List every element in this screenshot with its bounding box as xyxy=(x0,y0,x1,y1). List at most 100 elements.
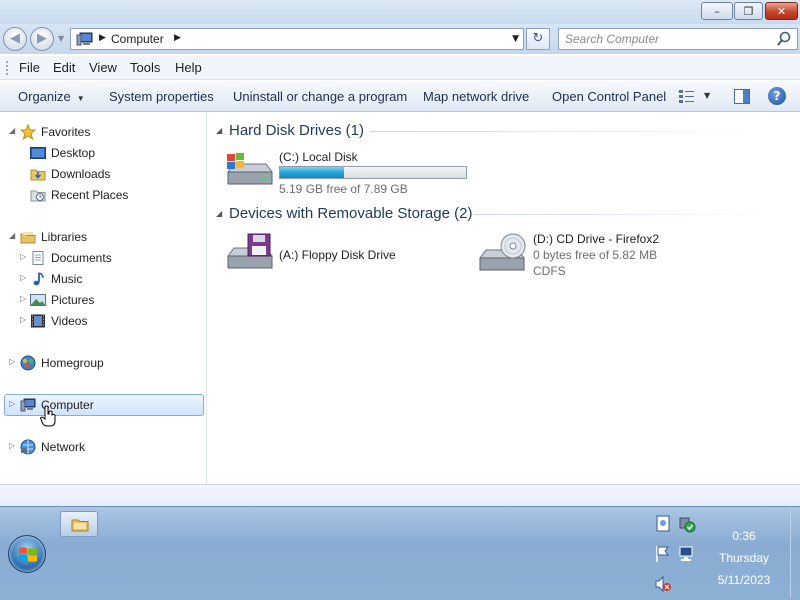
show-desktop-button[interactable] xyxy=(790,511,791,597)
expand-arrow-icon[interactable]: ▷ xyxy=(20,252,26,261)
nav-item-videos[interactable]: ▷ Videos xyxy=(0,311,207,331)
menu-grip xyxy=(6,61,8,75)
collapse-group-icon[interactable]: ◢ xyxy=(216,209,222,218)
preview-pane-icon[interactable] xyxy=(734,89,750,104)
collapse-arrow-icon[interactable]: ◢ xyxy=(9,231,15,240)
minimize-button[interactable]: – xyxy=(701,2,733,20)
forward-arrow-icon: ▶ xyxy=(37,31,47,46)
nav-item-computer[interactable]: ▷ Computer xyxy=(0,394,207,427)
nav-item-recent-places[interactable]: Recent Places xyxy=(0,185,207,205)
back-arrow-icon: ◀ xyxy=(10,31,20,46)
expand-arrow-icon[interactable]: ▷ xyxy=(9,357,15,366)
organize-button[interactable]: Organize ▼ xyxy=(18,89,85,104)
menu-tools[interactable]: Tools xyxy=(130,60,160,75)
nav-label: Downloads xyxy=(51,167,111,181)
group-hard-disk-drives[interactable]: ◢ Hard Disk Drives (1) xyxy=(208,121,800,141)
breadcrumb-separator-icon[interactable]: ▶ xyxy=(174,33,181,43)
system-properties-button[interactable]: System properties xyxy=(109,89,214,104)
drive-a-floppy[interactable]: (A:) Floppy Disk Drive xyxy=(224,232,454,280)
drive-c-capacity-fill xyxy=(280,167,344,178)
nav-label: Videos xyxy=(51,314,88,328)
recent-pages-dropdown-icon[interactable]: ▼ xyxy=(58,34,64,43)
music-note-icon xyxy=(33,272,44,286)
address-dropdown-icon[interactable]: ▼ xyxy=(512,34,519,44)
nav-label: Music xyxy=(51,272,83,286)
organize-dropdown-icon: ▼ xyxy=(76,94,85,103)
flag-icon[interactable] xyxy=(654,545,672,563)
refresh-button[interactable]: ↻ xyxy=(526,28,550,50)
volume-muted-icon[interactable] xyxy=(654,575,672,593)
network-status-icon[interactable] xyxy=(678,545,696,563)
collapse-group-icon[interactable]: ◢ xyxy=(216,126,222,135)
minimize-icon: – xyxy=(714,4,720,18)
map-network-drive-button[interactable]: Map network drive xyxy=(423,89,529,104)
drive-c-local-disk[interactable]: (C:) Local Disk 5.19 GB free of 7.89 GB xyxy=(224,150,484,200)
nav-item-documents[interactable]: ▷ Documents xyxy=(0,248,207,268)
documents-icon xyxy=(32,251,44,265)
favorites-star-icon xyxy=(20,124,36,140)
address-bar[interactable]: ▶ Computer ▶ ▼ xyxy=(70,28,524,50)
group-title: Devices with Removable Storage (2) xyxy=(229,205,473,222)
expand-arrow-icon[interactable]: ▷ xyxy=(20,315,26,324)
collapse-arrow-icon[interactable]: ◢ xyxy=(9,126,15,135)
nav-label: Desktop xyxy=(51,146,96,160)
nav-item-pictures[interactable]: ▷ Pictures xyxy=(0,290,207,310)
expand-arrow-icon[interactable]: ▷ xyxy=(20,273,26,282)
group-removable-storage[interactable]: ◢ Devices with Removable Storage (2) xyxy=(208,204,800,224)
videos-film-icon xyxy=(31,314,45,328)
back-button[interactable]: ◀ xyxy=(3,27,27,51)
uninstall-program-button[interactable]: Uninstall or change a program xyxy=(233,89,407,104)
expand-arrow-icon[interactable]: ▷ xyxy=(20,294,26,303)
address-row: ◀ ▶ ▼ ▶ Computer ▶ ▼ ↻ xyxy=(0,24,800,54)
close-button[interactable]: ✕ xyxy=(765,2,798,20)
windows-logo-icon xyxy=(19,547,37,562)
restore-icon: ❐ xyxy=(743,4,754,18)
pictures-icon xyxy=(30,294,46,306)
security-check-icon[interactable] xyxy=(678,515,696,533)
nav-item-network[interactable]: ▷ Network xyxy=(0,437,207,457)
action-center-document-icon[interactable] xyxy=(654,515,672,533)
nav-item-favorites[interactable]: ◢ Favorites xyxy=(0,122,207,142)
change-view-icon[interactable] xyxy=(678,89,696,105)
forward-button[interactable]: ▶ xyxy=(30,27,54,51)
drive-c-name: (C:) Local Disk xyxy=(279,150,358,164)
close-icon: ✕ xyxy=(776,4,787,18)
nav-item-music[interactable]: ▷ Music xyxy=(0,269,207,289)
taskbar-explorer-button[interactable] xyxy=(60,511,98,537)
start-button[interactable] xyxy=(8,535,46,573)
restore-button[interactable]: ❐ xyxy=(734,2,763,20)
nav-item-desktop[interactable]: Desktop xyxy=(0,143,207,163)
help-icon[interactable]: ? xyxy=(768,87,786,105)
navigation-pane: ◢ Favorites Desktop Downloads Recent Pla… xyxy=(0,112,207,484)
menu-view[interactable]: View xyxy=(89,60,117,75)
recent-places-icon xyxy=(30,190,46,202)
view-dropdown-icon[interactable]: ▼ xyxy=(704,91,710,100)
cd-drive-icon xyxy=(479,233,526,271)
menu-help[interactable]: Help xyxy=(175,60,202,75)
nav-item-libraries[interactable]: ◢ Libraries xyxy=(0,227,207,247)
nav-label: Documents xyxy=(51,251,112,265)
menu-file[interactable]: File xyxy=(19,60,40,75)
breadcrumb-separator-icon[interactable]: ▶ xyxy=(99,33,106,43)
nav-item-downloads[interactable]: Downloads xyxy=(0,164,207,184)
search-icon[interactable] xyxy=(777,31,791,47)
nav-item-homegroup[interactable]: ▷ Homegroup xyxy=(0,353,207,373)
libraries-icon xyxy=(20,232,36,244)
expand-arrow-icon[interactable]: ▷ xyxy=(9,399,15,408)
breadcrumb-computer[interactable]: Computer xyxy=(111,32,164,46)
expand-arrow-icon[interactable]: ▷ xyxy=(9,441,15,450)
open-control-panel-button[interactable]: Open Control Panel xyxy=(552,89,666,104)
floppy-drive-icon xyxy=(227,233,273,269)
refresh-icon: ↻ xyxy=(532,31,544,46)
drive-d-name: (D:) CD Drive - Firefox2 xyxy=(533,232,660,246)
search-box[interactable] xyxy=(558,28,798,50)
explorer-folder-icon xyxy=(71,519,89,532)
system-clock[interactable]: 0:36 Thursday 5/11/2023 xyxy=(700,525,788,591)
drive-d-cd[interactable]: (D:) CD Drive - Firefox2 0 bytes free of… xyxy=(478,232,738,282)
search-input[interactable] xyxy=(565,31,765,47)
group-title: Hard Disk Drives (1) xyxy=(229,122,365,139)
taskbar: 0:36 Thursday 5/11/2023 xyxy=(0,506,800,600)
computer-icon xyxy=(20,398,36,412)
organize-label: Organize xyxy=(18,89,71,104)
menu-edit[interactable]: Edit xyxy=(53,60,75,75)
